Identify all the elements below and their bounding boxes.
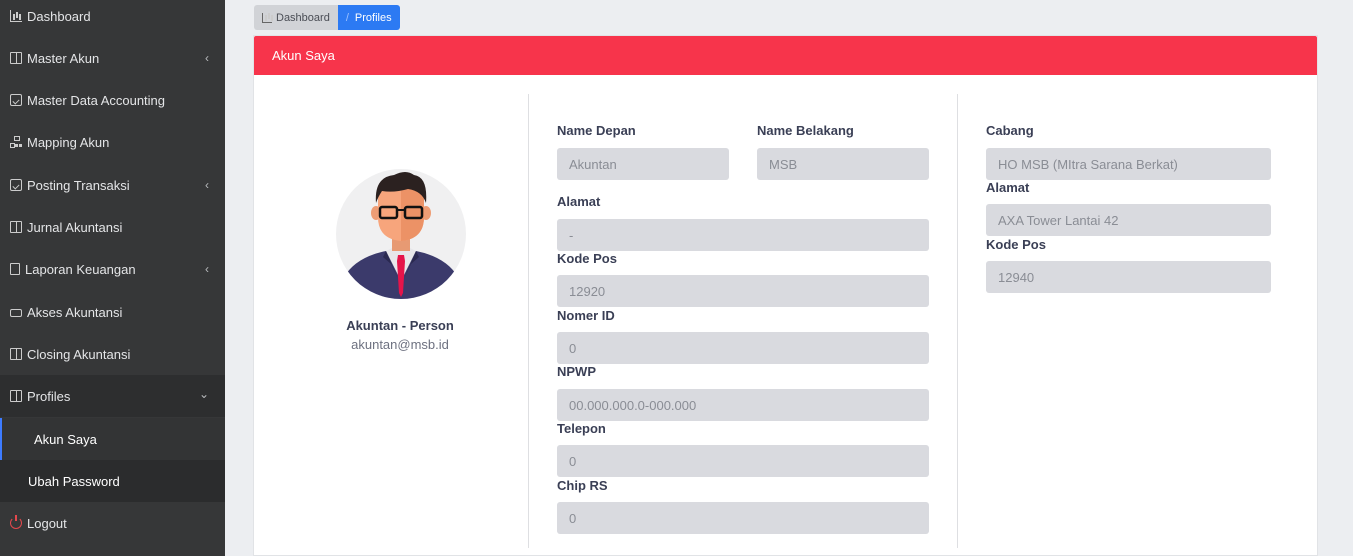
sidebar-item-label: Akses Akuntansi (27, 304, 123, 320)
breadcrumb-dashboard[interactable]: Dashboard (254, 5, 338, 30)
branch-kode-pos-label: Kode Pos (986, 237, 1046, 252)
branch-alamat-field[interactable] (986, 204, 1271, 236)
sidebar-item-posting-transaksi[interactable]: Posting Transaksi ‹ (0, 164, 225, 206)
avatar (336, 169, 466, 299)
chevron-left-icon: ‹ (205, 178, 209, 192)
nomer-id-field[interactable] (557, 332, 929, 364)
npwp-field[interactable] (557, 389, 929, 421)
alamat-field[interactable] (557, 219, 929, 251)
name-belakang-label: Name Belakang (757, 123, 854, 138)
cabang-label: Cabang (986, 123, 1034, 138)
sidebar-item-label: Master Data Accounting (27, 92, 166, 108)
sidebar-item-closing-akuntansi[interactable]: Closing Akuntansi (0, 333, 225, 375)
sidebar-item-label: Laporan Keuangan (25, 261, 136, 277)
breadcrumb-current-label: Profiles (354, 11, 392, 24)
sidebar-item-label: Mapping Akun (27, 134, 110, 150)
person-avatar-icon (344, 172, 458, 299)
branch-kode-pos-field[interactable] (986, 261, 1271, 293)
sidebar-subitem-akun-saya[interactable]: Akun Saya (0, 418, 225, 460)
kode-pos-field[interactable] (557, 275, 929, 307)
divider (957, 94, 958, 548)
calendar-check-icon (10, 94, 22, 106)
profile-email: akuntan@msb.id (351, 337, 449, 352)
sidebar-item-label: Master Akun (27, 50, 100, 66)
journal-icon (10, 348, 22, 360)
logout-label: Logout (27, 515, 67, 531)
sidebar-item-label: Dashboard (27, 8, 91, 24)
sidebar-subitem-label: Ubah Password (28, 473, 120, 489)
sidebar-item-label: Profiles (27, 388, 71, 404)
card-title: Akun Saya (272, 48, 335, 63)
name-belakang-field[interactable] (757, 148, 929, 180)
book-icon (10, 52, 22, 64)
sidebar-item-laporan-keuangan[interactable]: Laporan Keuangan ‹ (0, 248, 225, 290)
name-depan-field[interactable] (557, 148, 729, 180)
chip-rs-field[interactable] (557, 502, 929, 534)
alamat-label: Alamat (557, 194, 601, 209)
car-icon (10, 309, 22, 317)
journal-icon (10, 221, 22, 233)
npwp-label: NPWP (557, 364, 596, 379)
breadcrumb-home-label: Dashboard (276, 11, 330, 24)
breadcrumb-profiles[interactable]: / Profiles (337, 5, 400, 30)
telepon-label: Telepon (557, 421, 606, 436)
sidebar-item-master-data-accounting[interactable]: Master Data Accounting (0, 79, 225, 121)
book-icon (10, 390, 22, 402)
branch-alamat-label: Alamat (986, 180, 1030, 195)
chart-icon (10, 10, 22, 22)
sidebar-item-label: Posting Transaksi (27, 177, 130, 193)
sidebar: Dashboard Master Akun ‹ Master Data Acco… (0, 0, 225, 556)
sidebar-item-mapping-akun[interactable]: Mapping Akun (0, 121, 225, 163)
sitemap-icon (10, 136, 22, 148)
profile-name: Akuntan - Person (346, 318, 454, 333)
card-header: Akun Saya (254, 36, 1317, 75)
divider (528, 94, 529, 548)
sidebar-subitem-label: Akun Saya (34, 431, 97, 447)
chip-rs-label: Chip RS (557, 478, 608, 493)
sidebar-item-label: Closing Akuntansi (27, 346, 131, 362)
cabang-field[interactable] (986, 148, 1271, 180)
name-depan-label: Name Depan (557, 123, 636, 138)
chevron-left-icon: ‹ (205, 51, 209, 65)
breadcrumb: Dashboard / Profiles (254, 5, 400, 30)
power-icon (10, 515, 22, 529)
chevron-left-icon: ‹ (205, 262, 209, 276)
sidebar-item-master-akun[interactable]: Master Akun ‹ (0, 37, 225, 79)
chart-icon (262, 12, 272, 23)
sidebar-item-jurnal-akuntansi[interactable]: Jurnal Akuntansi (0, 206, 225, 248)
document-icon (10, 263, 20, 275)
sidebar-item-profiles[interactable]: Profiles ⌄ (0, 375, 225, 417)
nomer-id-label: Nomer ID (557, 308, 615, 323)
logout-button[interactable]: Logout (0, 502, 225, 544)
sidebar-item-label: Jurnal Akuntansi (27, 219, 123, 235)
telepon-field[interactable] (557, 445, 929, 477)
breadcrumb-separator: / (345, 11, 349, 24)
sidebar-item-dashboard[interactable]: Dashboard (0, 0, 225, 37)
kode-pos-label: Kode Pos (557, 251, 617, 266)
calendar-check-icon (10, 179, 22, 191)
sidebar-item-akses-akuntansi[interactable]: Akses Akuntansi (0, 291, 225, 333)
sidebar-subitem-ubah-password[interactable]: Ubah Password (0, 460, 225, 502)
chevron-down-icon: ⌄ (198, 387, 209, 401)
